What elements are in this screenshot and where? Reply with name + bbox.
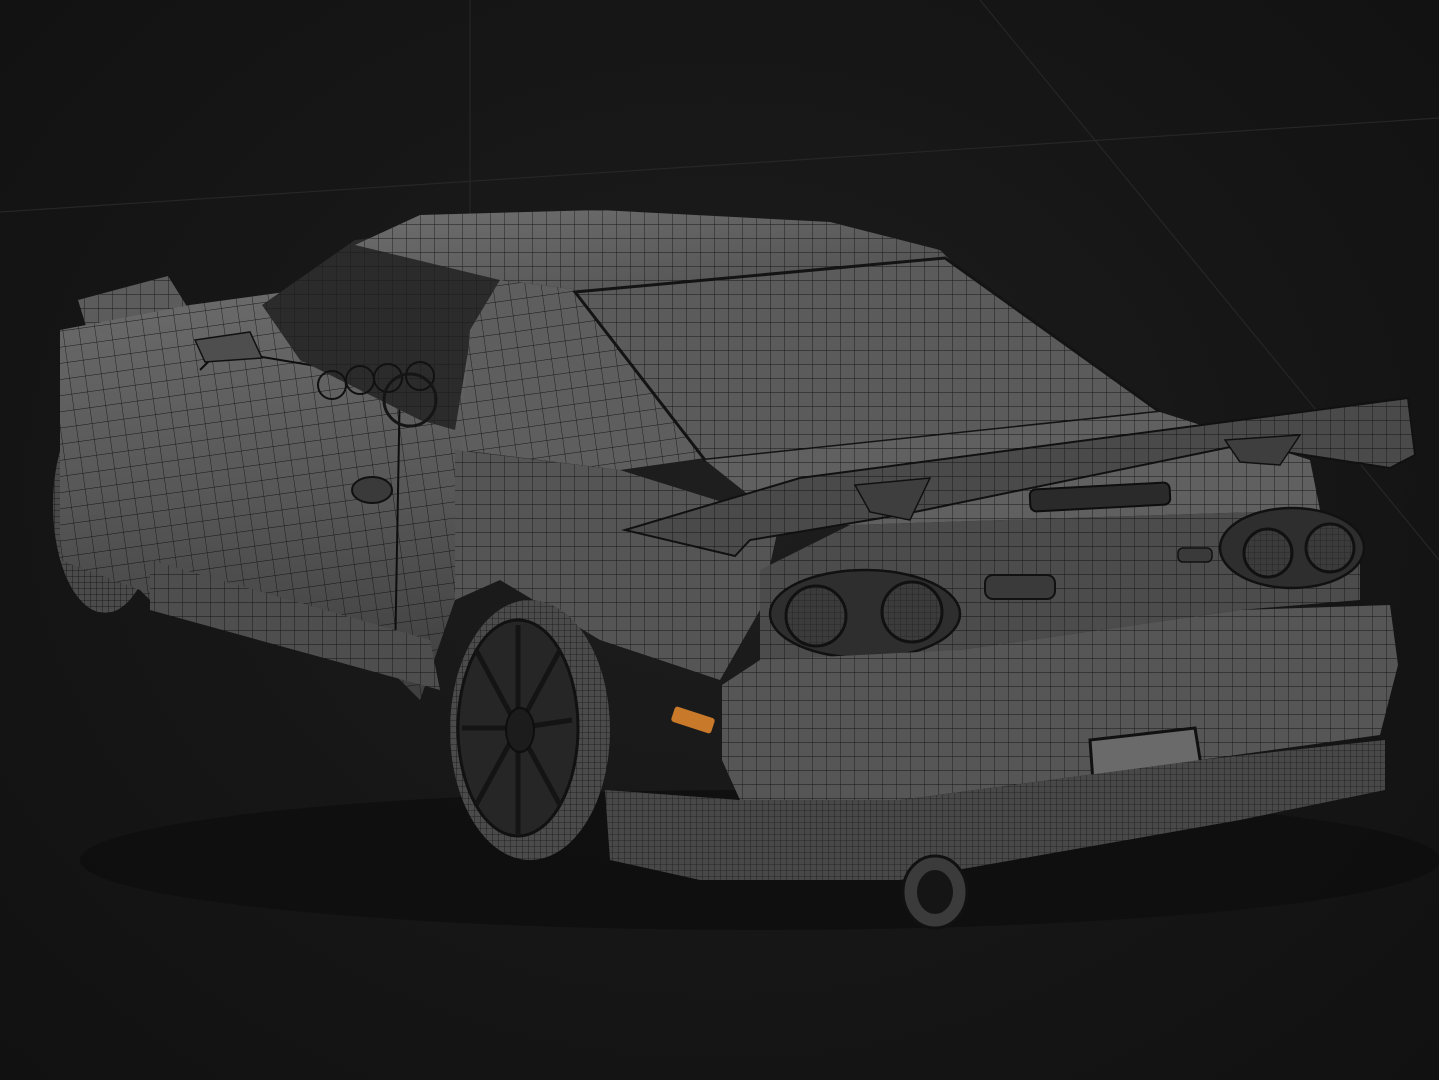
marker-light bbox=[671, 706, 715, 734]
3d-viewport[interactable] bbox=[0, 0, 1439, 1080]
car-wireframe-render bbox=[0, 0, 1439, 930]
near-wheel bbox=[450, 600, 610, 860]
exhaust bbox=[901, 854, 969, 930]
left-tail-light bbox=[768, 568, 962, 660]
right-tail-light bbox=[1218, 506, 1366, 590]
